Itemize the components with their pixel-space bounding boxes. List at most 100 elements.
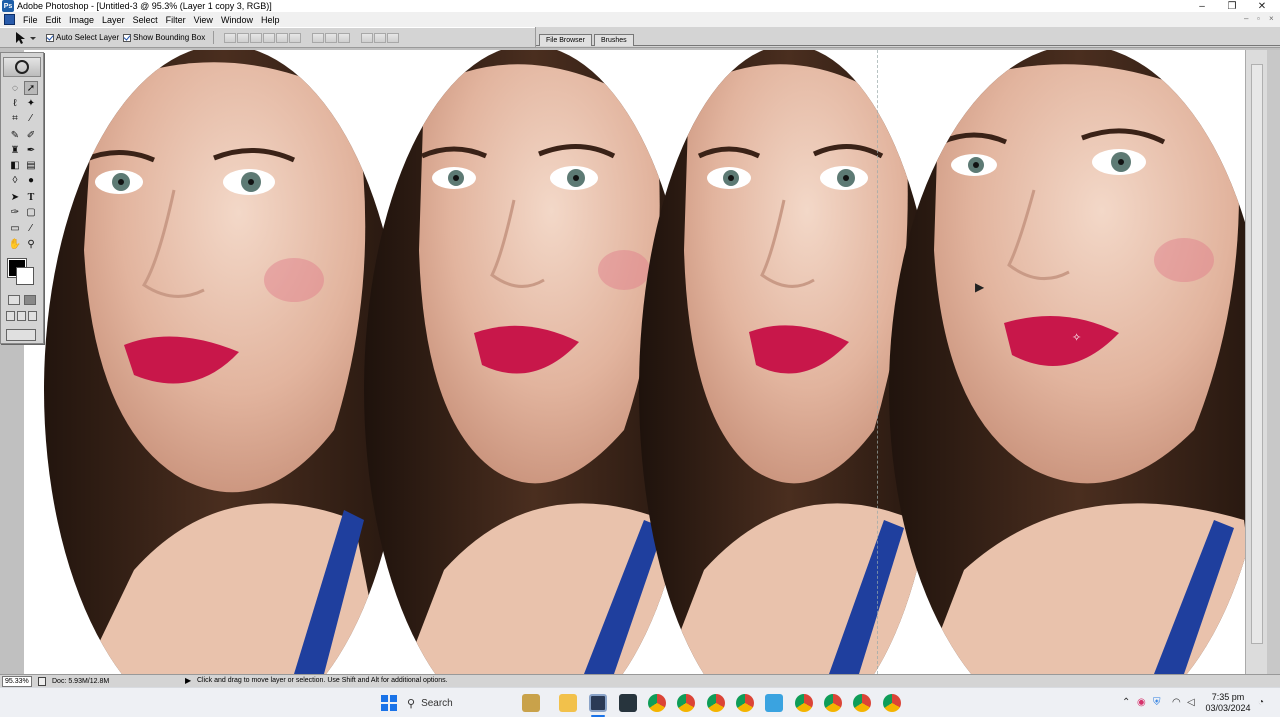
document-size[interactable]: Doc: 5.93M/12.8M bbox=[52, 678, 109, 685]
blur-tool-icon[interactable]: ◊ bbox=[8, 173, 22, 187]
doc-restore-button[interactable]: ▫ bbox=[1257, 14, 1260, 23]
menu-window[interactable]: Window bbox=[217, 15, 257, 25]
clone-stamp-tool-icon[interactable]: ♜ bbox=[8, 143, 22, 157]
align-hcenter-icon[interactable] bbox=[276, 32, 289, 43]
align-top-icon[interactable] bbox=[224, 32, 237, 43]
search-icon: ⚲ bbox=[407, 697, 416, 710]
recording-icon[interactable]: ◉ bbox=[1137, 697, 1146, 708]
standard-mode-icon[interactable] bbox=[8, 295, 20, 305]
type-tool-icon[interactable]: T bbox=[24, 190, 38, 204]
minimize-button[interactable]: – bbox=[1187, 0, 1217, 12]
tab-file-browser[interactable]: File Browser bbox=[539, 34, 592, 46]
menu-view[interactable]: View bbox=[190, 15, 217, 25]
chrome-icon[interactable] bbox=[648, 694, 666, 712]
align-right-icon[interactable] bbox=[289, 32, 302, 43]
chevron-up-icon[interactable]: ⌃ bbox=[1122, 697, 1130, 708]
tab-brushes[interactable]: Brushes bbox=[594, 34, 634, 46]
menu-layer[interactable]: Layer bbox=[98, 15, 129, 25]
chrome-profile-8-icon[interactable] bbox=[883, 694, 901, 712]
background-color-swatch[interactable] bbox=[16, 267, 34, 285]
chrome-profile-5-icon[interactable] bbox=[795, 694, 813, 712]
hand-tool-icon[interactable]: ✋ bbox=[8, 237, 22, 251]
distribute-vcenter-icon[interactable] bbox=[325, 32, 338, 43]
crop-tool-icon[interactable]: ⌗ bbox=[8, 111, 22, 125]
menu-image[interactable]: Image bbox=[65, 15, 98, 25]
document-icon[interactable] bbox=[4, 14, 15, 25]
document-info-icon bbox=[38, 676, 46, 686]
menu-select[interactable]: Select bbox=[129, 15, 162, 25]
restore-button[interactable]: ❐ bbox=[1217, 0, 1247, 12]
chrome-profile-7-icon[interactable] bbox=[853, 694, 871, 712]
vertical-scrollbar[interactable] bbox=[1245, 50, 1267, 674]
chrome-profile-4-icon[interactable] bbox=[736, 694, 754, 712]
wifi-icon[interactable]: ◠ bbox=[1172, 697, 1181, 708]
widget-icon[interactable] bbox=[522, 694, 540, 712]
chrome-profile-3-icon[interactable] bbox=[707, 694, 725, 712]
checkbox-checked-icon[interactable] bbox=[46, 33, 54, 42]
screen-mode-full-menu-icon[interactable] bbox=[17, 311, 26, 321]
screen-mode-full-icon[interactable] bbox=[28, 311, 37, 321]
shield-icon[interactable]: ⛨ bbox=[1153, 697, 1161, 708]
eraser-tool-icon[interactable]: ◧ bbox=[8, 158, 22, 172]
notifications-icon[interactable]: ◔ bbox=[1258, 697, 1264, 708]
chrome-profile-2-icon[interactable] bbox=[677, 694, 695, 712]
distribute-top-icon[interactable] bbox=[312, 32, 325, 43]
auto-select-layer-checkbox[interactable]: Auto Select Layer bbox=[46, 33, 119, 42]
magic-wand-tool-icon[interactable]: ✦ bbox=[24, 96, 38, 110]
doc-close-button[interactable]: × bbox=[1269, 14, 1274, 23]
checkbox-checked-icon[interactable] bbox=[123, 33, 132, 42]
distribute-left-icon[interactable] bbox=[361, 32, 374, 43]
notes-tool-icon[interactable]: ▭ bbox=[8, 221, 22, 235]
pen-tool-icon[interactable]: ✑ bbox=[8, 205, 22, 219]
jump-to-imageready-icon[interactable] bbox=[6, 329, 36, 341]
move-crosshair-icon: ✧ bbox=[1072, 332, 1082, 344]
history-brush-tool-icon[interactable]: ✒ bbox=[24, 143, 38, 157]
distribute-h-buttons bbox=[361, 32, 400, 43]
align-vcenter-icon[interactable] bbox=[237, 32, 250, 43]
options-bar: Auto Select Layer Show Bounding Box bbox=[0, 27, 536, 48]
menu-edit[interactable]: Edit bbox=[42, 15, 66, 25]
brush-tool-icon[interactable]: ✐ bbox=[24, 128, 38, 142]
healing-brush-tool-icon[interactable]: ✎ bbox=[8, 128, 22, 142]
shape-tool-icon[interactable]: ▢ bbox=[24, 205, 38, 219]
file-explorer-icon[interactable] bbox=[559, 694, 577, 712]
volume-icon[interactable]: ◁ bbox=[1187, 697, 1195, 708]
slice-tool-icon[interactable]: ⁄ bbox=[24, 111, 38, 125]
zoom-tool-icon[interactable]: ⚲ bbox=[24, 237, 38, 251]
lasso-tool-icon[interactable]: ℓ bbox=[8, 96, 22, 110]
align-bottom-icon[interactable] bbox=[250, 32, 263, 43]
status-menu-arrow-icon[interactable]: ▶ bbox=[185, 676, 191, 685]
align-left-icon[interactable] bbox=[263, 32, 276, 43]
toolbox: ◌ ➚ ℓ ✦ ⌗ ⁄ ✎ ✐ ♜ ✒ ◧ ▤ ◊ ● ➤ T ✑ ▢ ▭ ⁄ … bbox=[0, 52, 44, 344]
auto-select-layer-label: Auto Select Layer bbox=[56, 33, 120, 42]
gradient-tool-icon[interactable]: ▤ bbox=[24, 158, 38, 172]
move-tool-icon[interactable]: ➚ bbox=[24, 81, 38, 95]
chrome-profile-6-icon[interactable] bbox=[824, 694, 842, 712]
quick-mask-mode-icon[interactable] bbox=[24, 295, 36, 305]
notepad-icon[interactable] bbox=[765, 694, 783, 712]
photoshop-taskbar-icon[interactable] bbox=[589, 694, 607, 712]
photoshop-eye-logo-icon[interactable] bbox=[3, 57, 41, 77]
terminal-icon[interactable] bbox=[619, 694, 637, 712]
menu-help[interactable]: Help bbox=[257, 15, 284, 25]
distribute-hcenter-icon[interactable] bbox=[374, 32, 387, 43]
zoom-level-field[interactable]: 95.33% bbox=[2, 675, 32, 687]
document-canvas[interactable] bbox=[24, 50, 1245, 674]
distribute-bottom-icon[interactable] bbox=[338, 32, 351, 43]
menu-filter[interactable]: Filter bbox=[162, 15, 190, 25]
menu-file[interactable]: File bbox=[19, 15, 42, 25]
doc-minimize-button[interactable]: – bbox=[1244, 14, 1248, 23]
eyedropper-tool-icon[interactable]: ⁄ bbox=[24, 221, 38, 235]
move-tool-icon[interactable] bbox=[8, 29, 42, 46]
show-bounding-box-checkbox[interactable]: Show Bounding Box bbox=[123, 33, 205, 42]
windows-start-icon[interactable] bbox=[381, 695, 397, 711]
clock[interactable]: 7:35 pm 03/03/2024 bbox=[1204, 692, 1252, 714]
scrollbar-thumb[interactable] bbox=[1251, 64, 1263, 644]
close-button[interactable]: ✕ bbox=[1247, 0, 1277, 12]
marquee-tool-icon[interactable]: ◌ bbox=[8, 81, 22, 95]
path-selection-tool-icon[interactable]: ➤ bbox=[8, 190, 22, 204]
taskbar-search[interactable]: ⚲ Search bbox=[407, 692, 507, 714]
distribute-right-icon[interactable] bbox=[387, 32, 400, 43]
screen-mode-standard-icon[interactable] bbox=[6, 311, 15, 321]
dodge-tool-icon[interactable]: ● bbox=[24, 173, 38, 187]
